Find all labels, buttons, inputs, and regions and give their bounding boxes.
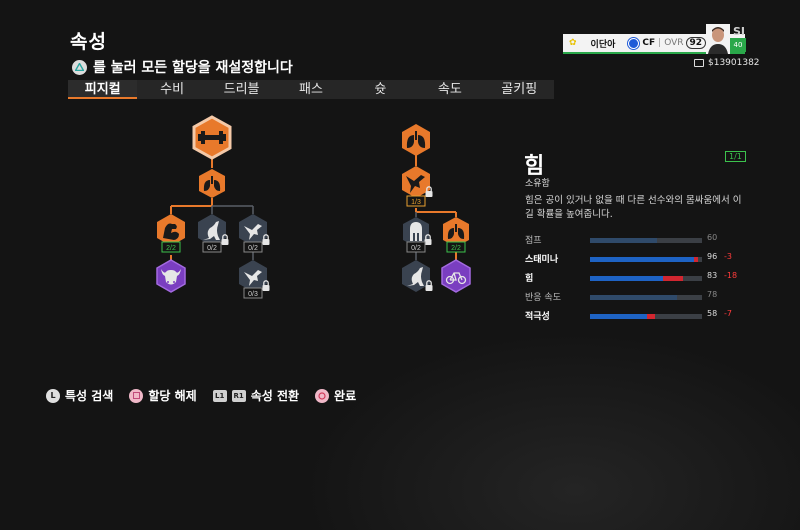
badge-kangaroo-left: 0/2: [202, 241, 222, 253]
stat-name: 힘: [525, 274, 534, 284]
stat-name: 반응 속도: [525, 293, 561, 303]
footer-search-traits[interactable]: L 특성 검색: [46, 387, 113, 404]
skill-node-hummingbird-1[interactable]: [239, 214, 271, 246]
stat-name: 스태미나: [525, 255, 559, 265]
stat-value: 83: [707, 271, 718, 280]
footer-controls: L 특성 검색 할당 해제 L1 R1 속성 전환 완료: [46, 387, 364, 404]
l-stick-icon: L: [46, 388, 60, 403]
stat-loss: [662, 276, 683, 281]
svg-text:1/3: 1/3: [411, 199, 421, 206]
detail-description: 힘은 공이 있거나 없을 때 다른 선수와의 몸싸움에서 이길 확률을 높여줍니…: [525, 195, 742, 220]
svg-text:2/2: 2/2: [166, 245, 176, 252]
stat-row-strength: 힘 83 -18: [525, 271, 755, 285]
stat-bar: [590, 238, 702, 243]
detail-count-badge: 1/1: [725, 151, 746, 162]
skill-node-kangaroo-left[interactable]: [198, 214, 230, 246]
skill-node-kangaroo-right[interactable]: [402, 260, 434, 292]
badge-hummingbird-right: 1/3: [406, 195, 426, 207]
stat-fill: [590, 257, 695, 262]
svg-text:2/2: 2/2: [451, 245, 461, 252]
skill-node-bicycle[interactable]: [441, 259, 471, 293]
detail-owned-status: 소유함: [525, 179, 550, 189]
skill-node-bull[interactable]: [156, 259, 186, 293]
spartan-helmet-icon: [410, 222, 422, 241]
stat-row-reactions: 반응 속도 78: [525, 290, 755, 304]
stat-bar: [590, 295, 702, 300]
circle-button-icon: [315, 388, 330, 403]
footer-done[interactable]: 완료: [315, 387, 356, 404]
svg-text:0/2: 0/2: [248, 245, 258, 252]
badge-lungs-right-2: 2/2: [446, 241, 466, 253]
stat-bar: [590, 276, 702, 281]
skill-node-dumbbell[interactable]: [192, 115, 232, 160]
stat-delta: -18: [724, 271, 738, 280]
stat-name: 적극성: [525, 312, 550, 322]
skill-tree: 2/2 0/2 0/2 0/3 1/3 0/2 2/2: [156, 115, 471, 299]
stat-name: 점프: [525, 236, 542, 246]
stat-fill: [590, 238, 658, 243]
square-button-icon: [129, 388, 144, 403]
badge-hummingbird-1: 0/2: [243, 241, 263, 253]
footer-label: 속성 전환: [250, 389, 300, 403]
stat-value: 60: [707, 233, 718, 242]
footer-label: 완료: [334, 389, 357, 403]
l1-button-icon: L1: [212, 389, 227, 402]
stat-value: 58: [707, 309, 718, 318]
r1-button-icon: R1: [231, 389, 246, 402]
stat-delta: -7: [724, 309, 732, 318]
stat-row-stamina: 스태미나 96 -3: [525, 252, 755, 266]
stat-fill: [590, 276, 663, 281]
footer-label: 특성 검색: [65, 389, 114, 403]
skill-node-lungs-right[interactable]: [402, 124, 430, 156]
stat-fill: [590, 295, 678, 300]
badge-strength: 2/2: [161, 241, 181, 253]
skill-node-lungs-left[interactable]: [199, 169, 225, 198]
footer-switch-attribute[interactable]: L1 R1 속성 전환: [212, 387, 300, 404]
stat-value: 96: [707, 252, 718, 261]
svg-text:0/3: 0/3: [248, 291, 258, 298]
footer-label: 할당 해제: [148, 389, 197, 403]
stat-loss: [647, 314, 655, 319]
badge-hummingbird-2: 0/3: [243, 287, 263, 299]
stat-bar: [590, 314, 702, 319]
svg-text:0/2: 0/2: [207, 245, 217, 252]
stat-loss: [694, 257, 698, 262]
svg-text:0/2: 0/2: [411, 245, 421, 252]
badge-spartan: 0/2: [406, 241, 426, 253]
skill-node-strength[interactable]: [157, 214, 185, 246]
stat-bar: [590, 257, 702, 262]
stat-row-aggression: 적극성 58 -7: [525, 309, 755, 323]
stat-row-jumping: 점프 60: [525, 233, 755, 247]
skill-node-hummingbird-2[interactable]: [239, 260, 271, 292]
stat-fill: [590, 314, 648, 319]
stat-value: 78: [707, 290, 718, 299]
footer-unassign[interactable]: 할당 해제: [129, 387, 197, 404]
stat-delta: -3: [724, 252, 732, 261]
skill-node-hummingbird-right[interactable]: [402, 166, 434, 198]
